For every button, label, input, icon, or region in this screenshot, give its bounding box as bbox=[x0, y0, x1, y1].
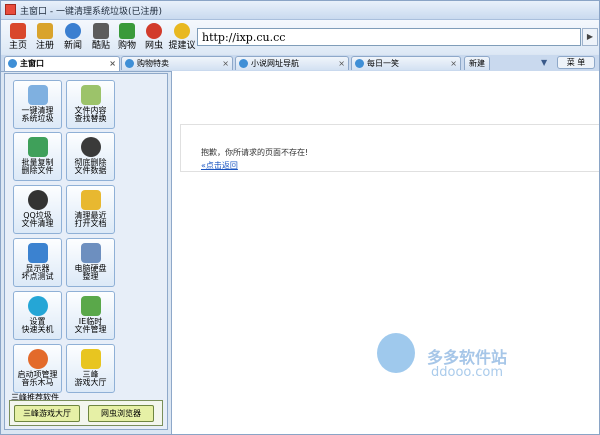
toolbar-label: 提建议 bbox=[168, 41, 196, 51]
error-message: 抱歉，你所请求的页面不存在! bbox=[201, 148, 309, 157]
sidebar: 一键清理 系统垃圾 文件内容 查找替换 批量复制 删除文件 彻底删除 文件数据 … bbox=[4, 73, 168, 430]
error-panel: 抱歉，你所请求的页面不存在! «点击返回 bbox=[180, 124, 599, 172]
toolbar-register-button[interactable]: 注册 bbox=[32, 22, 58, 54]
tile-label: 一键清理 系统垃圾 bbox=[21, 106, 54, 123]
toolbar-label: 新闻 bbox=[63, 41, 82, 51]
tile-label: IE临时 文件管理 bbox=[74, 317, 107, 334]
folders-icon bbox=[27, 137, 48, 157]
toolbar-label: 主页 bbox=[8, 41, 27, 51]
windows-icon bbox=[27, 349, 48, 369]
tab-globe-icon bbox=[8, 59, 17, 68]
game-hall-button[interactable]: 三峰游戏大厅 bbox=[14, 405, 80, 422]
qq-penguin-icon bbox=[27, 190, 48, 210]
tab-new[interactable]: 新建 bbox=[464, 56, 490, 70]
tab-close-icon[interactable]: × bbox=[450, 57, 457, 70]
book-icon bbox=[93, 23, 109, 39]
tile-quick-shutdown[interactable]: 设置 快速关机 bbox=[13, 291, 62, 340]
tile-ie-temp-files[interactable]: IE临时 文件管理 bbox=[66, 291, 115, 340]
tab-label: 小说网址导航 bbox=[251, 59, 299, 68]
app-icon bbox=[5, 4, 16, 15]
tab-close-icon[interactable]: × bbox=[338, 57, 345, 70]
arrow-right-icon: ▶ bbox=[586, 32, 594, 41]
tile-disk-defrag[interactable]: 电脑硬盘 整理 bbox=[66, 238, 115, 287]
bug-icon bbox=[146, 23, 162, 39]
tab-bar: 主窗口 × 购物特卖 × 小说网址导航 × 每日一笑 × 新建 bbox=[1, 55, 599, 72]
tile-find-replace[interactable]: 文件内容 查找替换 bbox=[66, 80, 115, 129]
tile-clean-system-junk[interactable]: 一键清理 系统垃圾 bbox=[13, 80, 62, 129]
tab-globe-icon bbox=[239, 59, 248, 68]
document-search-icon bbox=[80, 85, 101, 105]
tile-label: 电脑硬盘 整理 bbox=[74, 264, 107, 281]
tab-label: 每日一笑 bbox=[367, 59, 399, 68]
key-icon bbox=[37, 23, 53, 39]
tile-shred-files[interactable]: 彻底删除 文件数据 bbox=[66, 132, 115, 181]
tile-label: 批量复制 删除文件 bbox=[21, 158, 54, 175]
tab-globe-icon bbox=[125, 59, 134, 68]
menu-button[interactable]: 菜 单 bbox=[557, 56, 595, 69]
tab-close-icon[interactable]: × bbox=[109, 57, 116, 70]
cart-icon bbox=[119, 23, 135, 39]
tile-clean-recent-docs[interactable]: 清理最近 打开文档 bbox=[66, 185, 115, 234]
tab-label: 购物特卖 bbox=[137, 59, 169, 68]
title-bar: 主窗口 - 一键清理系统垃圾(已注册) bbox=[1, 1, 599, 20]
toolbar-home-button[interactable]: 主页 bbox=[5, 22, 31, 54]
tile-startup-manager[interactable]: 启动项管理 音乐木马 bbox=[13, 344, 62, 393]
tab-daily-joke[interactable]: 每日一笑 × bbox=[351, 56, 461, 70]
main-window: 主窗口 - 一键清理系统垃圾(已注册) 主页 注册 新闻 酷贴 购物 网虫 提建… bbox=[0, 0, 600, 435]
tile-label: 显示器 坏点测试 bbox=[21, 264, 54, 281]
address-go-button[interactable]: ▶ bbox=[582, 28, 598, 46]
tile-label: 三峰 游戏大厅 bbox=[74, 370, 107, 387]
tile-label: 设置 快速关机 bbox=[21, 317, 54, 334]
tile-qq-cleanup[interactable]: QQ垃圾 文件清理 bbox=[13, 185, 62, 234]
home-icon bbox=[10, 23, 26, 39]
toolbar-suggest-button[interactable]: 提建议 bbox=[168, 22, 196, 54]
harddisk-icon bbox=[80, 243, 101, 263]
tile-label: 清理最近 打开文档 bbox=[74, 211, 107, 228]
tab-label: 主窗口 bbox=[20, 59, 44, 68]
menu-label: 菜 单 bbox=[566, 58, 586, 67]
window-title: 主窗口 - 一键清理系统垃圾(已注册) bbox=[20, 7, 162, 17]
toolbar-bug-button[interactable]: 网虫 bbox=[141, 22, 167, 54]
chat-bubble-icon bbox=[174, 23, 190, 39]
watermark-logo-icon bbox=[377, 333, 415, 373]
tab-main-window[interactable]: 主窗口 × bbox=[4, 56, 120, 71]
toolbar-kutie-button[interactable]: 酷贴 bbox=[88, 22, 114, 54]
tab-close-icon[interactable]: × bbox=[222, 57, 229, 70]
tab-globe-icon bbox=[355, 59, 364, 68]
tab-novel-nav[interactable]: 小说网址导航 × bbox=[235, 56, 349, 70]
address-bar[interactable] bbox=[197, 28, 581, 46]
folder-icon bbox=[80, 190, 101, 210]
tab-label: 新建 bbox=[469, 59, 485, 68]
skull-icon bbox=[80, 137, 101, 157]
tile-label: 文件内容 查找替换 bbox=[74, 106, 107, 123]
tab-shopping-sale[interactable]: 购物特卖 × bbox=[121, 56, 233, 70]
trash-icon bbox=[27, 85, 48, 105]
toolbar-shopping-button[interactable]: 购物 bbox=[114, 22, 140, 54]
tile-game-hall[interactable]: 三峰 游戏大厅 bbox=[66, 344, 115, 393]
content-area: 抱歉，你所请求的页面不存在! «点击返回 bbox=[171, 71, 599, 434]
bug-browser-button[interactable]: 网虫浏览器 bbox=[88, 405, 154, 422]
globe-icon bbox=[65, 23, 81, 39]
toolbar-news-button[interactable]: 新闻 bbox=[60, 22, 86, 54]
address-input[interactable] bbox=[198, 29, 566, 45]
power-icon bbox=[27, 296, 48, 316]
toolbar-label: 网虫 bbox=[144, 41, 163, 51]
recommend-box: 三峰游戏大厅 网虫浏览器 bbox=[9, 400, 163, 426]
tile-label: QQ垃圾 文件清理 bbox=[21, 211, 54, 228]
tile-monitor-test[interactable]: 显示器 坏点测试 bbox=[13, 238, 62, 287]
watermark-url: ddooo.com bbox=[431, 365, 504, 380]
tile-batch-copy-delete[interactable]: 批量复制 删除文件 bbox=[13, 132, 62, 181]
tile-label: 启动项管理 音乐木马 bbox=[17, 370, 58, 387]
star-icon bbox=[80, 349, 101, 369]
recycle-icon bbox=[80, 296, 101, 316]
toolbar-label: 注册 bbox=[35, 41, 54, 51]
toolbar-label: 酷贴 bbox=[91, 41, 110, 51]
back-link[interactable]: «点击返回 bbox=[201, 160, 238, 171]
monitor-icon bbox=[27, 243, 48, 263]
tile-label: 彻底删除 文件数据 bbox=[74, 158, 107, 175]
toolbar-label: 购物 bbox=[117, 41, 136, 51]
tab-list-dropdown-icon[interactable]: ▼ bbox=[541, 58, 547, 67]
